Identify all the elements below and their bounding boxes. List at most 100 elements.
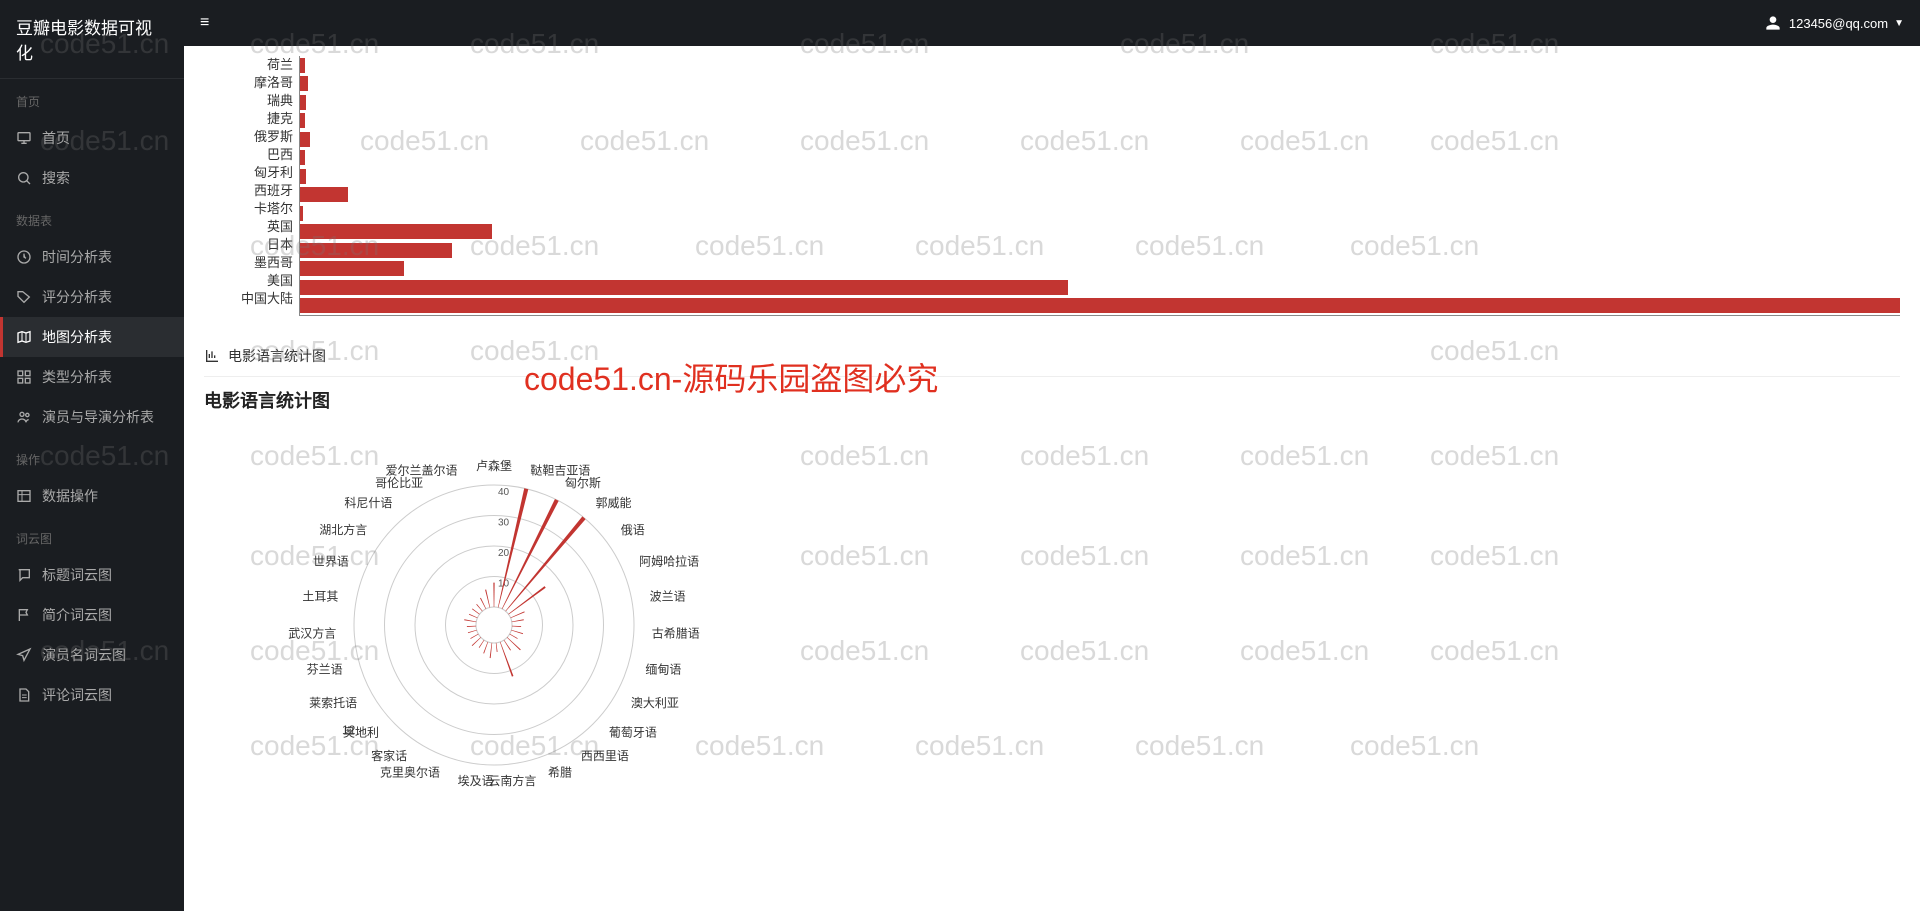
user-email: 123456@qq.com: [1789, 16, 1888, 31]
section-title: 首页: [0, 79, 184, 118]
search-icon: [16, 170, 32, 186]
nav-item-演员名词云图[interactable]: 演员名词云图: [0, 635, 184, 675]
polar-bar: [496, 643, 498, 652]
people-icon: [16, 409, 32, 425]
nav-item-地图分析表[interactable]: 地图分析表: [0, 317, 184, 357]
polar-label: 希腊: [548, 765, 572, 780]
bar-ylabel: 墨西哥: [204, 254, 299, 272]
polar-label: 武汉方言: [288, 625, 336, 640]
nav-item-演员与导演分析表[interactable]: 演员与导演分析表: [0, 397, 184, 437]
polar-bar: [509, 634, 517, 639]
polar-label: 波兰语: [650, 590, 686, 604]
nav-item-标题词云图[interactable]: 标题词云图: [0, 555, 184, 595]
bar-ylabel: 日本: [204, 236, 299, 254]
bar-ylabel: 俄罗斯: [204, 128, 299, 146]
hamburger-icon[interactable]: ≡: [200, 14, 209, 32]
polar-bar: [504, 640, 511, 651]
nav-label: 时间分析表: [42, 247, 112, 267]
bar: [300, 58, 305, 73]
bar: [300, 187, 348, 202]
content-area: 荷兰摩洛哥瑞典捷克俄罗斯巴西匈牙利西班牙卡塔尔英国日本墨西哥美国中国大陆 020…: [184, 46, 1920, 911]
bar-ylabel: 卡塔尔: [204, 200, 299, 218]
bar: [300, 298, 1900, 313]
panel-title: 电影语言统计图: [228, 346, 326, 366]
section-title: 操作: [0, 437, 184, 476]
nav-label: 地图分析表: [42, 327, 112, 347]
chat-icon: [16, 567, 32, 583]
sidebar: 豆瓣电影数据可视化 首页首页搜索数据表时间分析表评分分析表地图分析表类型分析表演…: [0, 0, 184, 911]
bar-ylabel: 摩洛哥: [204, 74, 299, 92]
polar-label: 阿姆哈拉语: [639, 554, 699, 569]
polar-bar: [493, 583, 494, 607]
polar-label: 卢森堡: [476, 458, 512, 473]
bar: [300, 113, 305, 128]
polar-bar: [510, 611, 524, 618]
nav-label: 标题词云图: [42, 565, 112, 585]
nav-label: 数据操作: [42, 486, 98, 506]
bar: [300, 132, 310, 147]
bar-ylabel: 英国: [204, 218, 299, 236]
chart-icon: [204, 348, 220, 364]
nav-label: 首页: [42, 128, 70, 148]
polar-label: 澳大利亚: [631, 696, 679, 710]
polar-label: 匈尔斯: [565, 475, 601, 490]
polar-label: 郭威能: [596, 496, 632, 510]
nav-item-评论词云图[interactable]: 评论词云图: [0, 675, 184, 715]
chart-title: 电影语言统计图: [204, 387, 1900, 413]
polar-bar: [511, 630, 523, 634]
bar-ylabel: 荷兰: [204, 56, 299, 74]
polar-label: 俄语: [621, 523, 645, 537]
country-bar-chart-panel: 荷兰摩洛哥瑞典捷克俄罗斯巴西匈牙利西班牙卡塔尔英国日本墨西哥美国中国大陆 020…: [184, 46, 1920, 326]
brand-title: 豆瓣电影数据可视化: [0, 0, 184, 79]
polar-bar: [490, 643, 493, 658]
nav-item-简介词云图[interactable]: 简介词云图: [0, 595, 184, 635]
polar-label: 莱索托语: [309, 696, 357, 710]
nav-item-数据操作[interactable]: 数据操作: [0, 476, 184, 516]
nav-label: 简介词云图: [42, 605, 112, 625]
nav-label: 评分分析表: [42, 287, 112, 307]
panel-header: 电影语言统计图: [204, 336, 1900, 377]
polar-tick: 30: [498, 518, 510, 529]
bar-ylabel: 西班牙: [204, 182, 299, 200]
polar-bar: [467, 626, 476, 627]
polar-bar: [464, 619, 476, 622]
polar-label: 土耳其: [302, 590, 338, 604]
polar-label: 客家话: [371, 748, 407, 763]
polar-label: 芬兰语: [307, 662, 343, 676]
polar-bar: [468, 630, 477, 633]
nav-item-评分分析表[interactable]: 评分分析表: [0, 277, 184, 317]
user-menu[interactable]: 123456@qq.com ▼: [1763, 13, 1904, 33]
polar-label: 西西里语: [581, 749, 629, 763]
polar-label: 爱尔兰盖尔语: [386, 462, 458, 477]
nav-item-搜索[interactable]: 搜索: [0, 158, 184, 198]
chevron-down-icon: ▼: [1894, 18, 1904, 29]
polar-label: 葡萄牙语: [609, 726, 657, 740]
polar-bar: [470, 634, 478, 639]
polar-tick: 40: [498, 487, 510, 498]
bar: [300, 150, 305, 165]
polar-label: 世界语: [313, 555, 349, 569]
nav-item-时间分析表[interactable]: 时间分析表: [0, 237, 184, 277]
bar-ylabel: 中国大陆: [204, 290, 299, 308]
polar-label: 云南方言: [488, 773, 536, 788]
bar-ylabel: 捷克: [204, 110, 299, 128]
bar: [300, 224, 492, 239]
polar-label: 古希腊语: [652, 625, 700, 640]
topbar: ≡ 123456@qq.com ▼: [184, 0, 1920, 46]
bar-ylabel: 瑞典: [204, 92, 299, 110]
country-bar-chart: 荷兰摩洛哥瑞典捷克俄罗斯巴西匈牙利西班牙卡塔尔英国日本墨西哥美国中国大陆 020…: [204, 56, 1900, 316]
bar-ylabel: 巴西: [204, 146, 299, 164]
bar: [300, 95, 306, 110]
bar: [300, 206, 303, 221]
polar-bar: [483, 642, 488, 654]
grid-icon: [16, 369, 32, 385]
nav-item-类型分析表[interactable]: 类型分析表: [0, 357, 184, 397]
nav-label: 搜索: [42, 168, 70, 188]
user-icon: [1763, 13, 1783, 33]
section-title: 词云图: [0, 516, 184, 555]
polar-bar: [512, 626, 521, 627]
flag-icon: [16, 607, 32, 623]
polar-label: 科尼什语: [344, 496, 392, 510]
polar-bar: [472, 637, 481, 646]
nav-item-首页[interactable]: 首页: [0, 118, 184, 158]
